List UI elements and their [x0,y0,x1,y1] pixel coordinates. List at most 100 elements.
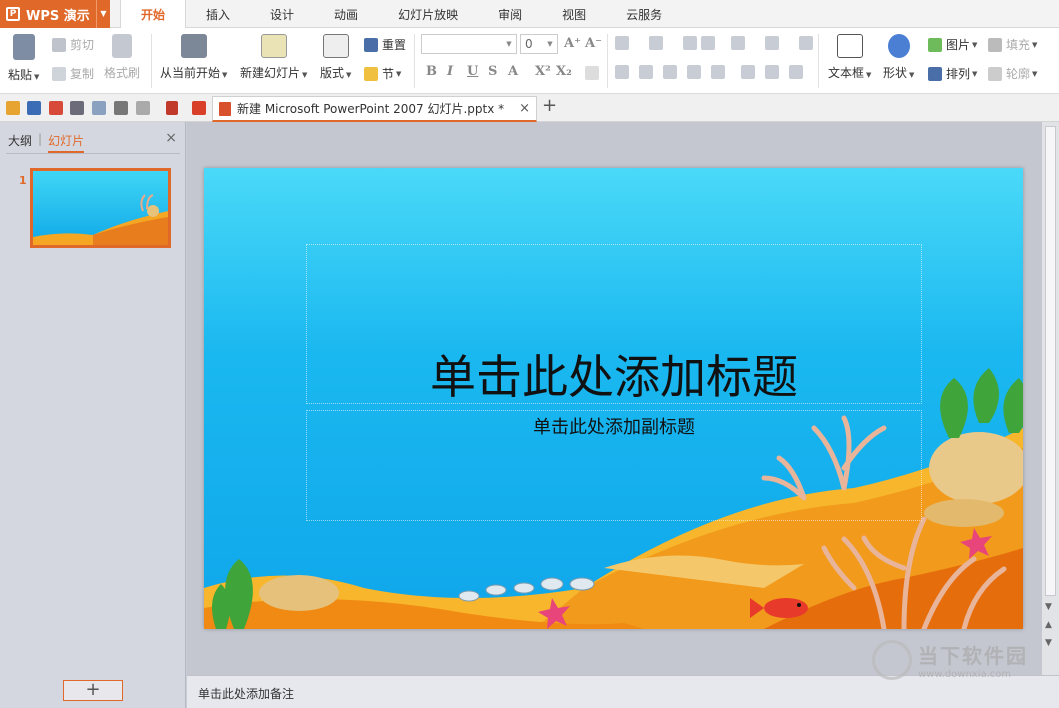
bullet-list-icon[interactable] [615,36,629,50]
tab-cloud[interactable]: 云服务 [606,0,682,28]
format-painter-button[interactable]: 格式刷 [104,28,140,81]
from-current-label: 从当前开始 [160,66,221,80]
bold-button[interactable]: B [426,64,437,79]
reset-button[interactable]: 重置 [364,36,406,53]
clipboard-icon [12,34,35,60]
scissors-icon [52,37,66,52]
strikethrough-button[interactable]: S [488,64,497,79]
vertical-align-icon[interactable] [789,65,803,79]
tab-insert[interactable]: 插入 [186,0,250,28]
paragraph-tools-row1 [615,36,817,50]
slide-thumbnail[interactable] [30,168,171,248]
shape-button[interactable]: 形状 ▼ [883,28,914,81]
tab-outline[interactable]: 大纲 [8,132,32,153]
clear-format-icon[interactable] [585,66,599,80]
close-panel-icon[interactable]: × [165,130,177,146]
outline-label: 轮廓 [1006,67,1031,81]
new-slide-button[interactable]: 新建幻灯片 ▼ [240,28,307,81]
grow-font-icon[interactable]: A⁺ [564,36,581,51]
text-box-button[interactable]: 文本框 ▼ [828,28,871,81]
slide-1[interactable]: 单击此处添加标题 单击此处添加副标题 [204,168,1023,629]
shrink-font-icon[interactable]: A⁻ [585,36,602,51]
picture-button[interactable]: 图片 ▼ [928,36,977,53]
picture-label: 图片 [946,38,971,52]
document-tab[interactable]: 新建 Microsoft PowerPoint 2007 幻灯片.pptx * … [212,96,537,122]
decrease-indent-icon[interactable] [683,36,697,50]
cut-button[interactable]: 剪切 [52,36,94,53]
underline-button[interactable]: U [467,64,478,79]
divider [818,34,819,88]
tab-slideshow[interactable]: 幻灯片放映 [378,0,478,28]
open-icon[interactable] [6,101,20,115]
tab-animation[interactable]: 动画 [314,0,378,28]
section-button[interactable]: 节 ▼ [364,65,401,82]
subtitle-placeholder[interactable]: 单击此处添加副标题 [306,410,922,521]
align-right-icon[interactable] [663,65,677,79]
print-icon[interactable] [70,101,84,115]
from-current-button[interactable]: 从当前开始 ▼ [160,28,227,81]
tab-design[interactable]: 设计 [250,0,314,28]
columns-icon[interactable] [765,36,779,50]
justify-icon[interactable] [687,65,701,79]
next-slide-icon[interactable]: ▼ [1045,638,1052,648]
paste-button[interactable]: 粘贴 ▼ [8,28,39,83]
scrollbar-thumb[interactable] [1045,126,1056,596]
arrange-button[interactable]: 排列 ▼ [928,65,977,82]
print-preview-icon[interactable] [92,101,106,115]
numbered-list-icon[interactable] [649,36,663,50]
font-color-button[interactable]: A [508,64,518,79]
redo-icon[interactable] [136,101,150,115]
title-placeholder[interactable]: 单击此处添加标题 [306,244,922,404]
copy-button[interactable]: 复制 [52,65,94,82]
distribute-icon[interactable] [711,65,725,79]
increase-indent-icon[interactable] [701,36,715,50]
undo-icon[interactable] [114,101,128,115]
save-icon[interactable] [27,101,41,115]
chevron-down-icon: ▼ [547,40,553,48]
chevron-down-icon: ▼ [506,40,512,48]
tab-slides[interactable]: 幻灯片 [48,132,85,153]
picture-icon [928,37,942,52]
line-spacing-icon[interactable] [741,65,755,79]
scroll-down-icon[interactable]: ▼ [1045,602,1052,612]
close-tab-icon[interactable]: × [519,101,530,116]
layout-button[interactable]: 版式 ▼ [320,28,351,81]
fill-label: 填充 [1006,38,1031,52]
paragraph-tools-row2 [615,65,807,79]
app-menu-dropdown-icon[interactable]: ▼ [96,0,110,28]
tab-review[interactable]: 审阅 [478,0,542,28]
sort-icon[interactable] [799,36,813,50]
copy-icon [52,66,66,81]
vertical-scrollbar[interactable]: ▼ ▲ ▼ [1042,122,1059,675]
layout-icon [322,34,349,58]
section-icon [364,66,378,81]
new-tab-button[interactable]: + [542,95,557,116]
customize-icon[interactable] [166,101,178,115]
divider [6,153,180,154]
wps-w-icon[interactable] [192,101,206,115]
align-center-icon[interactable] [639,65,653,79]
font-size-select[interactable]: 0 ▼ [520,34,558,54]
fill-button[interactable]: 填充 ▼ [988,36,1037,53]
title-bar: P WPS 演示 ▼ 开始 插入 设计 动画 幻灯片放映 审阅 视图 云服务 [0,0,1059,29]
align-left-icon[interactable] [615,65,629,79]
font-name-select[interactable]: ▼ [421,34,517,54]
add-slide-button[interactable]: + [63,680,123,701]
layout-label: 版式 [320,66,345,80]
outline-button[interactable]: 轮廓 ▼ [988,65,1037,82]
slide-title: 单击此处添加标题 [430,350,798,404]
new-slide-label: 新建幻灯片 [240,66,301,80]
subscript-button[interactable]: X₂ [556,64,572,79]
text-direction-icon[interactable] [731,36,745,50]
watermark-logo-icon [872,640,912,680]
export-pdf-icon[interactable] [49,101,63,115]
tab-view[interactable]: 视图 [542,0,606,28]
superscript-button[interactable]: X² [535,64,551,79]
app-menu-button[interactable]: P WPS 演示 ▼ [0,0,110,28]
copy-label: 复制 [70,67,95,81]
tab-home[interactable]: 开始 [120,0,187,29]
paragraph-spacing-icon[interactable] [765,65,779,79]
previous-slide-icon[interactable]: ▲ [1045,620,1052,630]
italic-button[interactable]: I [447,64,453,79]
cut-label: 剪切 [70,38,95,52]
